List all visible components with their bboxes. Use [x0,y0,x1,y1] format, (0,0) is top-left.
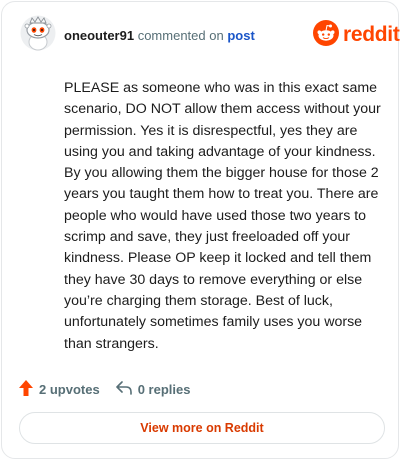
comment-actions: 2 upvotes 0 replies [19,378,206,400]
reply-count: 0 replies [137,381,191,397]
reddit-comment-embed-card: oneouter91 commented on post reddit PLEA… [1,1,400,459]
comment-byline: oneouter91 commented on post [64,28,255,44]
snoo-avatar-icon[interactable] [20,15,56,51]
commented-on-text: commented on [137,28,224,43]
reddit-logo-icon [313,19,339,51]
post-link[interactable]: post [227,28,254,43]
reply-arrow-icon [115,380,138,398]
reddit-wordmark: reddit [343,23,400,46]
reddit-brand-logo[interactable]: reddit [313,19,400,51]
view-more-on-reddit-button[interactable]: View more on Reddit [19,412,385,444]
comment-body: PLEASE as someone who was in this exact … [64,80,381,352]
upvote-arrow-icon [19,379,39,399]
upvote-count: 2 upvotes [39,381,100,397]
username-link[interactable]: oneouter91 [64,28,134,43]
upvote-button[interactable]: 2 upvotes [19,379,100,399]
reply-button[interactable]: 0 replies [115,380,191,398]
